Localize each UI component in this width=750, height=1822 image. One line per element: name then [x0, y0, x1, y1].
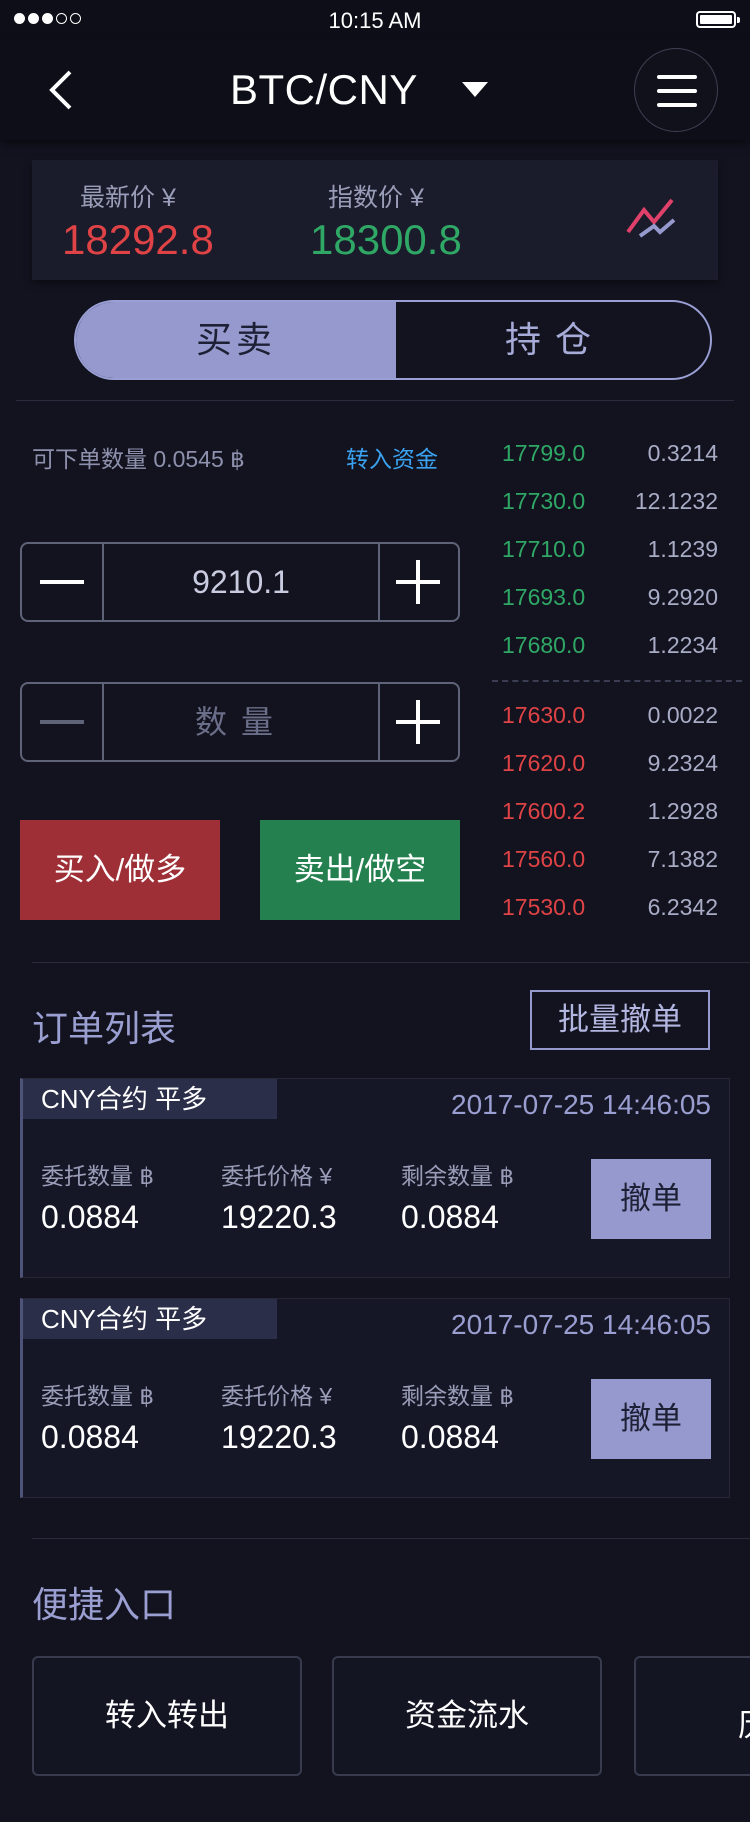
trade-position-tabs: 买卖 持仓 [74, 300, 712, 380]
status-time: 10:15 AM [328, 8, 422, 33]
tab-trade[interactable]: 买卖 [76, 302, 396, 378]
price-input[interactable]: 9210.1 [104, 544, 378, 620]
ask-row[interactable]: 17730.0 12.1232 [502, 488, 718, 518]
order-qty: 0.0884 [41, 1199, 139, 1235]
quick-entry-title: 便捷入口 [32, 1584, 177, 1625]
bid-row[interactable]: 17600.2 1.2928 [502, 798, 718, 828]
order-book-divider [492, 680, 742, 682]
order-remain-label: 剩余数量 ฿ [401, 1163, 515, 1189]
ask-row[interactable]: 17680.0 1.2234 [502, 632, 718, 662]
menu-button[interactable] [634, 48, 718, 132]
bid-row[interactable]: 17530.0 6.2342 [502, 894, 718, 924]
menu-icon [657, 75, 697, 79]
transfer-funds-link[interactable]: 转入资金 [346, 440, 438, 474]
bid-row[interactable]: 17620.0 9.2324 [502, 750, 718, 780]
order-card: CNY合约 平多 2017-07-25 14:46:05 委托数量 ฿ 0.08… [20, 1298, 730, 1498]
divider [32, 962, 750, 963]
divider [32, 1538, 750, 1539]
order-remain: 0.0884 [401, 1419, 499, 1455]
quick-entry-transfer[interactable]: 转入转出 [32, 1656, 302, 1776]
last-price-value: 18292.8 [62, 216, 214, 263]
orders-title: 订单列表 [32, 1008, 177, 1049]
order-datetime: 2017-07-25 14:46:05 [451, 1309, 711, 1340]
order-remain: 0.0884 [401, 1199, 499, 1235]
order-remain-label: 剩余数量 ฿ [401, 1383, 515, 1409]
ask-row[interactable]: 17693.0 9.2920 [502, 584, 718, 614]
order-price-label: 委托价格 ¥ [221, 1163, 333, 1189]
divider [16, 400, 734, 401]
minus-icon[interactable] [40, 720, 84, 724]
order-qty-label: 委托数量 ฿ [41, 1163, 155, 1189]
quick-entry-history[interactable]: 历史 [634, 1656, 750, 1776]
back-button[interactable] [44, 68, 88, 112]
index-price-label: 指数价 ¥ [328, 184, 424, 212]
trend-chart-icon[interactable] [626, 196, 676, 245]
cancel-order-button[interactable]: 撤单 [591, 1159, 711, 1239]
buy-long-button[interactable]: 买入/做多 [20, 820, 220, 920]
quantity-input[interactable]: 数量 [104, 684, 378, 760]
pair-title[interactable]: BTC/CNY [230, 66, 418, 114]
back-chevron-icon [49, 70, 72, 110]
available-quantity: 可下单数量 0.0545 ฿ [32, 446, 245, 472]
index-price-value: 18300.8 [310, 216, 462, 263]
order-qty: 0.0884 [41, 1419, 139, 1455]
tab-position[interactable]: 持仓 [396, 302, 710, 378]
order-price-label: 委托价格 ¥ [221, 1383, 333, 1409]
order-price: 19220.3 [221, 1419, 337, 1455]
minus-icon[interactable] [40, 580, 84, 584]
order-price: 19220.3 [221, 1199, 337, 1235]
ask-row[interactable]: 17799.0 0.3214 [502, 440, 718, 470]
order-card: CNY合约 平多 2017-07-25 14:46:05 委托数量 ฿ 0.08… [20, 1078, 730, 1278]
price-stepper: 9210.1 [20, 542, 460, 622]
bid-row[interactable]: 17630.0 0.0022 [502, 702, 718, 732]
order-datetime: 2017-07-25 14:46:05 [451, 1089, 711, 1120]
last-price-label: 最新价 ¥ [80, 184, 176, 212]
order-tag: CNY合约 平多 [23, 1299, 277, 1339]
quick-entry-history-clip: 历史 [634, 1656, 750, 1776]
battery-icon [696, 11, 740, 28]
order-qty-label: 委托数量 ฿ [41, 1383, 155, 1409]
order-tag: CNY合约 平多 [23, 1079, 277, 1119]
bid-row[interactable]: 17560.0 7.1382 [502, 846, 718, 876]
dropdown-caret-icon[interactable] [462, 82, 488, 103]
quick-entry-fund-flow[interactable]: 资金流水 [332, 1656, 602, 1776]
quantity-stepper: 数量 [20, 682, 460, 762]
batch-cancel-button[interactable]: 批量撤单 [530, 990, 710, 1050]
ask-row[interactable]: 17710.0 1.1239 [502, 536, 718, 566]
sell-short-button[interactable]: 卖出/做空 [260, 820, 460, 920]
cancel-order-button[interactable]: 撤单 [591, 1379, 711, 1459]
